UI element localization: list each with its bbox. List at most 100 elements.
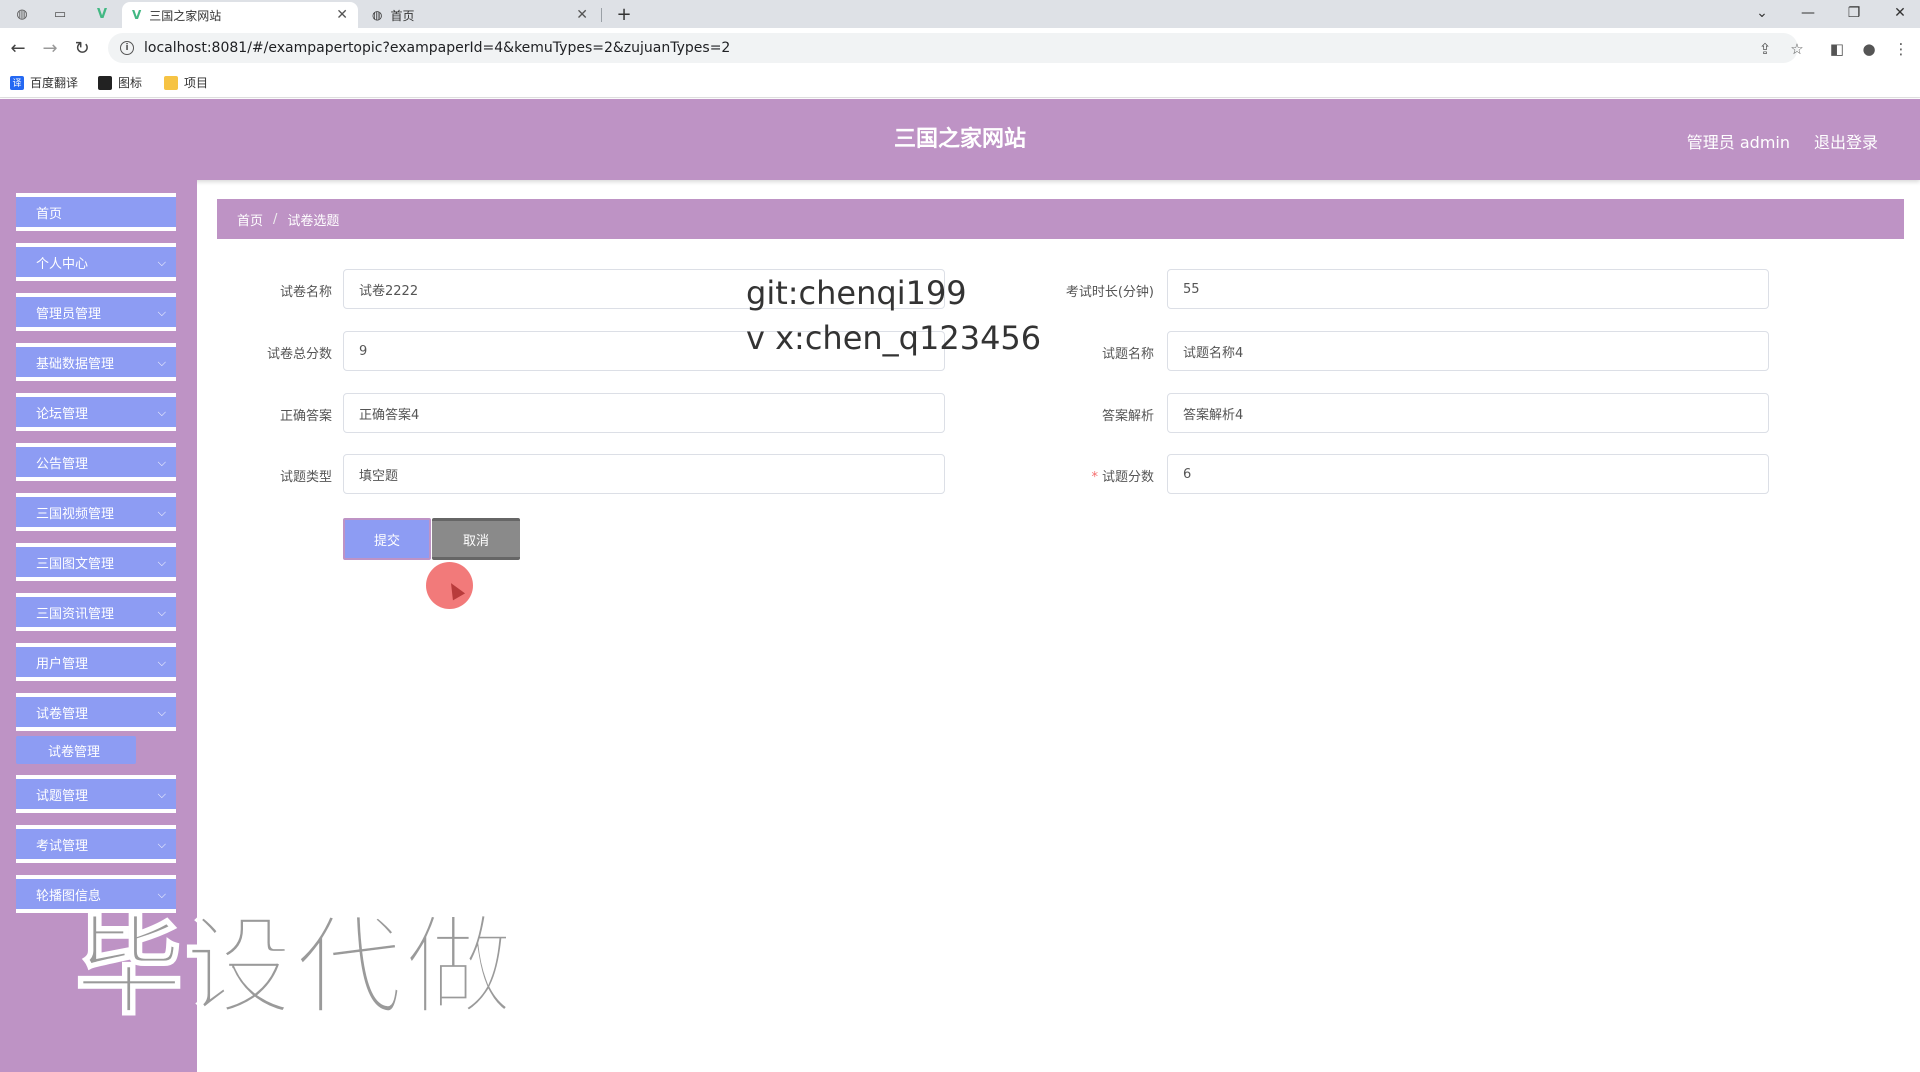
globe-icon[interactable]: ◍ xyxy=(12,4,32,24)
breadcrumb-home[interactable]: 首页 xyxy=(237,210,263,229)
sidebar-item-news[interactable]: 三国资讯管理 ⌵ xyxy=(16,593,176,631)
chevron-down-icon: ⌵ xyxy=(157,456,166,469)
question-score-label: * 试题分数 xyxy=(1034,466,1154,485)
bookmark-icons[interactable]: 图标 xyxy=(98,74,142,91)
required-mark: * xyxy=(1091,470,1098,485)
tab-search-icon[interactable]: ⌄ xyxy=(1744,2,1780,24)
admin-label: 管理员 admin xyxy=(1686,133,1790,152)
sidebar-item-base-data[interactable]: 基础数据管理 ⌵ xyxy=(16,343,176,381)
reload-icon[interactable]: ↻ xyxy=(70,36,94,60)
sidebar-item-users[interactable]: 用户管理 ⌵ xyxy=(16,643,176,681)
sidebar-item-graphic[interactable]: 三国图文管理 ⌵ xyxy=(16,543,176,581)
chevron-down-icon: ⌵ xyxy=(157,256,166,269)
answer-analysis-label: 答案解析 xyxy=(1101,409,1154,424)
sidebar-item-label: 管理员管理 xyxy=(36,306,102,322)
question-name-input[interactable] xyxy=(1167,331,1769,371)
sidebar-item-video[interactable]: 三国视频管理 ⌵ xyxy=(16,493,176,531)
share-icon[interactable]: ⇪ xyxy=(1754,38,1776,60)
sidebar-item-label: 三国视频管理 xyxy=(36,506,115,522)
minimize-icon[interactable]: — xyxy=(1790,2,1826,24)
vue-icon: V xyxy=(132,8,142,22)
back-arrow-icon[interactable]: ← xyxy=(6,36,30,60)
forward-arrow-icon[interactable]: → xyxy=(38,36,62,60)
sidebar-subitem-exam-papers[interactable]: 试卷管理 xyxy=(16,736,136,764)
sidebar-item-label: 基础数据管理 xyxy=(36,356,115,372)
sidebar-item-exams[interactable]: 考试管理 ⌵ xyxy=(16,825,176,863)
chevron-down-icon: ⌵ xyxy=(157,788,166,801)
cancel-button[interactable]: 取消 xyxy=(432,518,520,560)
chevron-down-icon: ⌵ xyxy=(157,506,166,519)
app-header: 三国之家网站 管理员 admin 退出登录 xyxy=(0,99,1920,180)
answer-analysis-input[interactable] xyxy=(1167,393,1769,433)
menu-dots-icon[interactable]: ⋮ xyxy=(1890,38,1912,60)
sidebar-item-label: 考试管理 xyxy=(36,838,89,854)
question-score-input[interactable] xyxy=(1167,454,1769,494)
browser-toolbar: ← → ↻ i localhost:8081/#/exampapertopic?… xyxy=(0,28,1920,68)
git-overlay-text: git:chenqi199 xyxy=(746,274,967,312)
close-icon[interactable]: ✕ xyxy=(576,7,588,23)
star-icon[interactable]: ☆ xyxy=(1786,38,1808,60)
address-bar[interactable]: i localhost:8081/#/exampapertopic?exampa… xyxy=(108,33,1798,63)
new-tab-icon[interactable]: + xyxy=(614,4,634,25)
chevron-down-icon: ⌵ xyxy=(157,306,166,319)
bookmark-label: 项目 xyxy=(184,76,209,90)
question-type-label: 试题类型 xyxy=(279,470,332,485)
bookmark-project[interactable]: 项目 xyxy=(164,74,208,91)
sidebar-item-home[interactable]: 首页 xyxy=(16,193,176,231)
close-icon[interactable]: ✕ xyxy=(336,7,348,23)
sidebar-subitem-label: 试卷管理 xyxy=(48,744,101,760)
question-name-label: 试题名称 xyxy=(1101,347,1154,362)
sidebar-item-label: 三国图文管理 xyxy=(36,556,115,572)
image-icon xyxy=(98,75,112,90)
sidebar-item-label: 公告管理 xyxy=(36,456,89,472)
exam-duration-label: 考试时长(分钟) xyxy=(1065,285,1154,300)
info-icon[interactable]: i xyxy=(120,41,134,55)
sidebar-item-label: 个人中心 xyxy=(36,256,89,272)
submit-button[interactable]: 提交 xyxy=(343,518,431,560)
correct-answer-input[interactable] xyxy=(343,393,945,433)
breadcrumb-current: 试卷选题 xyxy=(287,213,340,229)
sidebar-item-announcement[interactable]: 公告管理 ⌵ xyxy=(16,443,176,481)
contact-overlay-text: v x:chen_q123456 xyxy=(746,319,1042,357)
url-text: localhost:8081/#/exampapertopic?exampape… xyxy=(144,40,731,56)
tab-separator xyxy=(601,8,602,22)
breadcrumb-separator: / xyxy=(273,211,278,227)
exam-duration-input[interactable] xyxy=(1167,269,1769,309)
chevron-up-icon: ⌵ xyxy=(157,706,166,719)
tab-label: 三国之家网站 xyxy=(149,8,222,23)
paper-total-score-label: 试卷总分数 xyxy=(266,347,332,362)
logout-link[interactable]: 退出登录 xyxy=(1814,129,1878,153)
tab-label: 首页 xyxy=(390,8,415,23)
browser-tabstrip: ◍ ▭ V V 三国之家网站 ✕ ◍ 首页 ✕ + ⌄ — ❐ ✕ xyxy=(0,0,1920,28)
sidebar-item-questions[interactable]: 试题管理 ⌵ xyxy=(16,775,176,813)
tab-home[interactable]: ◍ 首页 ✕ xyxy=(362,2,598,28)
blank-tab-icon[interactable]: ▭ xyxy=(50,4,70,24)
sidebar-item-label: 三国资讯管理 xyxy=(36,606,115,622)
close-window-icon[interactable]: ✕ xyxy=(1882,2,1918,24)
sidebar-item-label: 首页 xyxy=(36,206,63,222)
sidebar-item-personal-center[interactable]: 个人中心 ⌵ xyxy=(16,243,176,281)
chevron-down-icon: ⌵ xyxy=(157,406,166,419)
vue-icon[interactable]: V xyxy=(92,4,112,24)
sidebar-item-label: 论坛管理 xyxy=(36,406,89,422)
question-score-label-text: 试题分数 xyxy=(1101,470,1154,485)
globe-icon: ◍ xyxy=(372,8,383,22)
restore-icon[interactable]: ❐ xyxy=(1836,2,1872,24)
site-title: 三国之家网站 xyxy=(893,127,1026,152)
profile-icon[interactable]: ● xyxy=(1858,38,1880,60)
side-panel-icon[interactable]: ◧ xyxy=(1826,38,1848,60)
sidebar-item-label: 试卷管理 xyxy=(36,706,89,722)
question-type-input[interactable] xyxy=(343,454,945,494)
bookmark-label: 百度翻译 xyxy=(30,76,79,90)
sidebar-item-admin-management[interactable]: 管理员管理 ⌵ xyxy=(16,293,176,331)
breadcrumb: 首页 / 试卷选题 xyxy=(217,199,1904,239)
paper-name-label: 试卷名称 xyxy=(279,285,332,300)
sidebar-item-forum[interactable]: 论坛管理 ⌵ xyxy=(16,393,176,431)
sidebar-item-label: 用户管理 xyxy=(36,656,89,672)
bookmark-label: 图标 xyxy=(118,76,143,90)
sidebar-item-exam-papers[interactable]: 试卷管理 ⌵ xyxy=(16,693,176,731)
chevron-down-icon: ⌵ xyxy=(157,356,166,369)
chevron-down-icon: ⌵ xyxy=(157,606,166,619)
bookmark-baidu-translate[interactable]: 译 百度翻译 xyxy=(10,74,78,91)
tab-active[interactable]: V 三国之家网站 ✕ xyxy=(122,2,358,28)
